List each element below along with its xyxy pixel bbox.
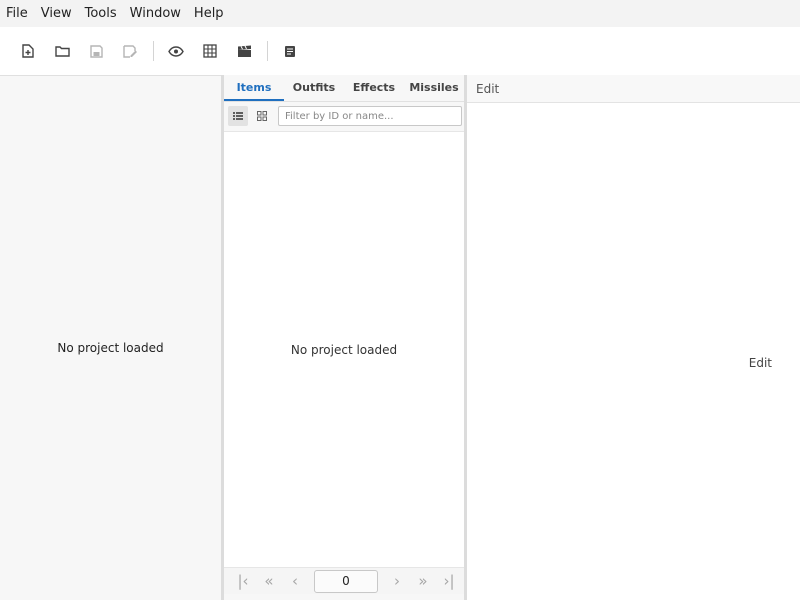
page-number-input[interactable]: 0 bbox=[314, 569, 378, 593]
list-view-button[interactable] bbox=[228, 106, 248, 126]
menu-file[interactable]: File bbox=[0, 0, 34, 27]
new-project-button[interactable] bbox=[17, 40, 39, 62]
pagination-bar: |‹ « ‹ 0 › » ›| bbox=[224, 567, 464, 594]
new-project-icon bbox=[22, 44, 34, 58]
empty-state-text: No project loaded bbox=[57, 341, 164, 355]
toolbar-separator bbox=[153, 41, 154, 61]
filter-row bbox=[224, 102, 464, 130]
preview-button[interactable] bbox=[165, 40, 187, 62]
edit-panel-label: Edit bbox=[748, 356, 772, 370]
menu-bar: File View Tools Window Help bbox=[0, 0, 800, 27]
toolbar-separator bbox=[267, 41, 268, 61]
preview-eye-icon bbox=[168, 45, 184, 57]
first-page-button[interactable]: |‹ bbox=[230, 572, 256, 590]
filter-input[interactable] bbox=[278, 106, 462, 126]
last-page-button[interactable]: ›| bbox=[436, 572, 462, 590]
animation-button[interactable] bbox=[233, 40, 255, 62]
left-panel: No project loaded bbox=[0, 75, 221, 600]
category-tabs: Items Outfits Effects Missiles bbox=[224, 75, 464, 102]
next-page-button[interactable]: › bbox=[384, 572, 410, 590]
edit-panel: Edit Edit bbox=[467, 75, 800, 600]
next-many-button[interactable]: » bbox=[410, 572, 436, 590]
tab-outfits[interactable]: Outfits bbox=[284, 75, 344, 101]
grid-view-icon bbox=[257, 111, 267, 121]
empty-state-text: No project loaded bbox=[290, 343, 398, 357]
tab-items[interactable]: Items bbox=[224, 75, 284, 101]
prev-many-button[interactable]: « bbox=[256, 572, 282, 590]
save-as-icon bbox=[122, 44, 137, 58]
save-button[interactable] bbox=[85, 40, 107, 62]
menu-help[interactable]: Help bbox=[188, 0, 230, 27]
open-project-button[interactable] bbox=[51, 40, 73, 62]
menu-window[interactable]: Window bbox=[124, 0, 187, 27]
thing-list-panel: Items Outfits Effects Missiles No projec… bbox=[224, 75, 464, 600]
open-folder-icon bbox=[54, 46, 70, 57]
menu-tools[interactable]: Tools bbox=[79, 0, 123, 27]
save-as-button[interactable] bbox=[119, 40, 141, 62]
prev-page-button[interactable]: ‹ bbox=[282, 572, 308, 590]
tab-missiles[interactable]: Missiles bbox=[404, 75, 464, 101]
log-button[interactable] bbox=[279, 40, 301, 62]
grid-icon bbox=[203, 44, 217, 58]
grid-button[interactable] bbox=[199, 40, 221, 62]
grid-view-button[interactable] bbox=[252, 106, 272, 126]
thing-list[interactable]: No project loaded bbox=[224, 131, 464, 567]
toolbar bbox=[0, 27, 800, 75]
menu-view[interactable]: View bbox=[35, 0, 78, 27]
list-view-icon bbox=[233, 112, 243, 120]
edit-panel-header: Edit bbox=[467, 75, 800, 103]
save-icon bbox=[89, 44, 103, 58]
animation-clapper-icon bbox=[237, 45, 251, 57]
tab-effects[interactable]: Effects bbox=[344, 75, 404, 101]
document-icon bbox=[285, 45, 295, 57]
